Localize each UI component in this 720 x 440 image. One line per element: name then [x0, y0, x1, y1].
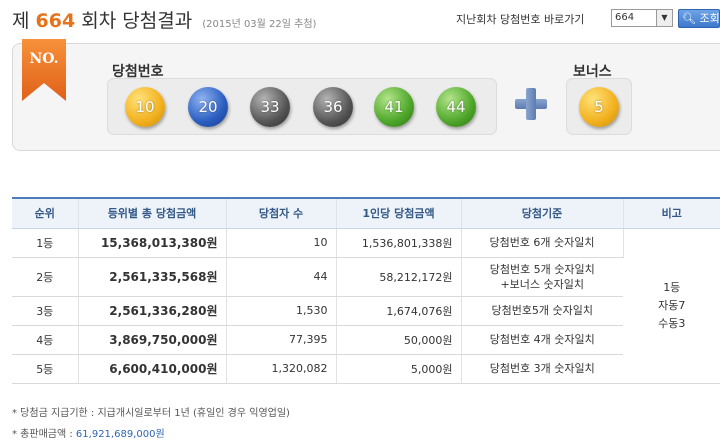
total-sales-note: * 총판매금액 : 61,921,689,000원 [12, 425, 165, 440]
table-header-row: 순위 등위별 총 당첨금액 당첨자 수 1인당 당첨금액 당첨기준 비고 [12, 197, 720, 229]
no-ribbon-icon: NO. [22, 39, 66, 101]
rank-cell: 1등 [12, 228, 79, 258]
rank-cell: 5등 [12, 354, 79, 384]
page-title: 제 664 회차 당첨결과 (2015년 03월 22일 추첨) [12, 6, 316, 33]
lotto-ball: 36 [313, 87, 353, 127]
criteria-line: +보너스 숫자일치 [500, 277, 585, 291]
lotto-ball: 10 [125, 87, 165, 127]
criteria-cell: 당첨번호5개 숫자일치 [461, 296, 623, 326]
total-prize-cell: 15,368,013,380원 [78, 228, 227, 258]
header-criteria: 당첨기준 [461, 197, 624, 229]
bonus-ball: 5 [579, 87, 619, 127]
total-sales-label: * 총판매금액 : [12, 429, 73, 440]
header-winners: 당첨자 수 [226, 197, 337, 229]
header-per-person: 1인당 당첨금액 [336, 197, 462, 229]
winners-cell: 10 [226, 228, 337, 258]
rank-cell: 3등 [12, 296, 79, 326]
prize-table: 순위 등위별 총 당첨금액 당첨자 수 1인당 당첨금액 당첨기준 비고 1등 … [12, 197, 720, 384]
round-select-value: 664 [615, 12, 635, 23]
round-select[interactable]: 664 ▼ [611, 9, 673, 27]
total-sales-value: 61,921,689,000원 [75, 429, 165, 440]
lotto-ball: 20 [188, 87, 228, 127]
total-prize-cell: 6,600,410,000원 [78, 354, 227, 384]
lotto-ball: 44 [436, 87, 476, 127]
draw-date: (2015년 03월 22일 추첨) [202, 19, 317, 30]
total-prize-cell: 3,869,750,000원 [78, 325, 227, 355]
round-number: 664 [35, 10, 76, 32]
criteria-line: 당첨번호 5개 숫자일치 [489, 262, 595, 276]
payout-deadline-note: * 당첨금 지급기한 : 지급개시일로부터 1년 (휴일인 경우 익영업일) [12, 408, 290, 419]
winners-cell: 77,395 [226, 325, 337, 355]
note-line: 수동3 [658, 316, 686, 330]
table-row: 2등 2,561,335,568원 44 58,212,172원 당첨번호 5개… [12, 257, 720, 297]
criteria-cell: 당첨번호 3개 숫자일치 [461, 354, 623, 384]
per-person-cell: 50,000원 [336, 325, 462, 355]
table-row: 4등 3,869,750,000원 77,395 50,000원 당첨번호 4개… [12, 325, 720, 355]
note-line: 자동7 [658, 298, 686, 312]
no-badge-text: NO. [29, 51, 59, 67]
search-button[interactable]: 🔍︎ 조회 [678, 9, 720, 28]
search-icon: 🔍︎ [682, 12, 696, 25]
criteria-cell: 당첨번호 6개 숫자일치 [461, 228, 624, 258]
per-person-cell: 58,212,172원 [336, 257, 462, 297]
criteria-cell: 당첨번호 4개 숫자일치 [461, 325, 623, 355]
per-person-cell: 1,674,076원 [336, 296, 462, 326]
per-person-cell: 5,000원 [336, 354, 462, 384]
header-rank: 순위 [12, 197, 79, 229]
jump-label: 지난회차 당첨번호 바로가기 [456, 13, 585, 26]
table-row: 1등 15,368,013,380원 10 1,536,801,338원 당첨번… [12, 228, 720, 384]
rank-cell: 2등 [12, 257, 79, 297]
winners-cell: 1,530 [226, 296, 337, 326]
header-note: 비고 [623, 197, 720, 229]
title-suffix: 회차 당첨결과 [81, 10, 193, 32]
lotto-ball: 41 [374, 87, 414, 127]
search-button-label: 조회 [699, 12, 720, 25]
table-row: 5등 6,600,410,000원 1,320,082 5,000원 당첨번호 … [12, 354, 720, 384]
chevron-down-icon[interactable]: ▼ [656, 10, 672, 26]
page-header: 제 664 회차 당첨결과 (2015년 03월 22일 추첨) 지난회차 당첨… [0, 0, 720, 36]
note-cell: 1등 자동7 수동3 [623, 228, 720, 384]
criteria-cell: 당첨번호 5개 숫자일치 +보너스 숫자일치 [461, 257, 623, 297]
plus-icon [515, 88, 547, 120]
rank-cell: 4등 [12, 325, 79, 355]
total-prize-cell: 2,561,335,568원 [78, 257, 227, 297]
header-total: 등위별 총 당첨금액 [78, 197, 227, 229]
winners-cell: 1,320,082 [226, 354, 337, 384]
per-person-cell: 1,536,801,338원 [336, 228, 462, 258]
total-prize-cell: 2,561,336,280원 [78, 296, 227, 326]
table-row: 3등 2,561,336,280원 1,530 1,674,076원 당첨번호5… [12, 296, 720, 326]
lotto-ball: 33 [250, 87, 290, 127]
winners-cell: 44 [226, 257, 337, 297]
note-line: 1등 [663, 280, 681, 294]
title-prefix: 제 [12, 10, 30, 32]
